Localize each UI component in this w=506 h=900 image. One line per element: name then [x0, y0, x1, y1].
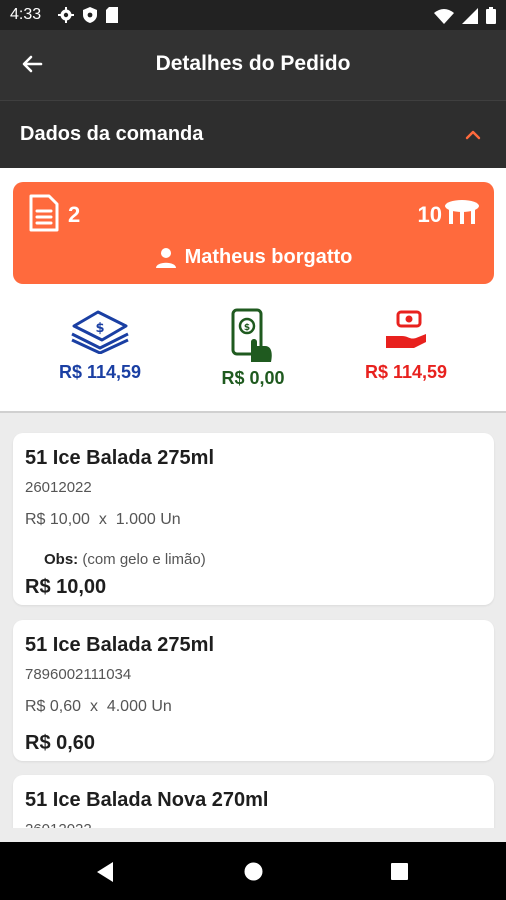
paid-value: R$ 0,00	[221, 368, 285, 388]
status-notification-icons	[58, 7, 118, 23]
item-price-quantity: R$ 10,00 x 1.000 Un	[25, 511, 181, 528]
wifi-icon	[434, 8, 454, 24]
table-icon	[445, 200, 479, 224]
item-total: R$ 10,00	[25, 576, 107, 598]
order-card: 2 10 Matheus borgatto	[13, 182, 494, 284]
system-navigation-bar	[0, 842, 506, 900]
battery-icon	[486, 7, 496, 24]
section-header-dados-comanda[interactable]: Dados da comanda	[0, 100, 506, 169]
status-time: 4:33	[10, 6, 42, 23]
item-total: R$ 0,60	[25, 732, 96, 754]
item-name: 51 Ice Balada Nova 270ml	[25, 789, 269, 811]
list-item[interactable]: 51 Ice Balada Nova 270ml 26012022	[13, 775, 494, 828]
phone-payment-icon: $	[231, 308, 272, 362]
item-obs-text: (com gelo e limão)	[82, 551, 206, 568]
item-price-quantity: R$ 0,60 x 4.000 Un	[25, 698, 172, 715]
settings-icon	[58, 7, 74, 23]
order-items-list[interactable]: 51 Ice Balada 275ml 26012022 R$ 10,00 x …	[0, 413, 506, 828]
nav-home-icon[interactable]	[244, 862, 263, 881]
remaining-amount: R$ 114,59	[326, 308, 486, 383]
signal-icon	[462, 7, 478, 24]
list-item[interactable]: 51 Ice Balada 275ml 7896002111034 R$ 0,6…	[13, 620, 494, 761]
item-unit-price: R$ 0,60	[25, 698, 82, 715]
list-item[interactable]: 51 Ice Balada 275ml 26012022 R$ 10,00 x …	[13, 433, 494, 605]
item-code: 26012022	[25, 479, 92, 496]
item-name: 51 Ice Balada 275ml	[25, 447, 215, 469]
app-bar: Detalhes do Pedido	[0, 30, 506, 100]
document-icon	[29, 194, 59, 232]
customer-name: Matheus borgatto	[184, 246, 353, 268]
page-title: Detalhes do Pedido	[155, 52, 351, 75]
item-unit-price: R$ 10,00	[25, 511, 90, 528]
customer-row: Matheus borgatto	[13, 246, 494, 269]
svg-text:$: $	[95, 321, 104, 336]
section-title: Dados da comanda	[20, 123, 204, 145]
item-name: 51 Ice Balada 275ml	[25, 634, 215, 656]
remaining-value: R$ 114,59	[364, 362, 448, 382]
svg-text:$: $	[244, 323, 250, 333]
shield-icon	[83, 7, 97, 23]
item-code: 7896002111034	[25, 666, 132, 683]
order-summary: 2 10 Matheus borgatto $ R$ 114,59 $ R$ 0…	[0, 168, 506, 413]
total-value: R$ 114,59	[58, 362, 142, 382]
order-number: 2	[68, 202, 81, 227]
totals-row: $ R$ 114,59 $ R$ 0,00 R$ 114,59	[0, 308, 506, 403]
item-obs-label: Obs:	[44, 551, 79, 568]
item-quantity: 4.000 Un	[106, 698, 172, 715]
total-amount: $ R$ 114,59	[20, 308, 180, 383]
nav-recents-icon[interactable]	[391, 863, 408, 880]
hand-money-icon	[386, 310, 426, 348]
sim-card-icon	[106, 7, 118, 23]
paid-amount: $ R$ 0,00	[173, 308, 333, 389]
status-system-icons	[434, 7, 496, 24]
table-number: 10	[417, 202, 442, 227]
person-icon	[155, 247, 176, 268]
chevron-up-icon[interactable]	[464, 127, 482, 141]
item-observation: Obs: (com gelo e limão)	[44, 551, 206, 568]
nav-back-icon[interactable]	[95, 861, 115, 883]
item-quantity: 1.000 Un	[115, 511, 181, 528]
money-bills-icon: $	[71, 310, 129, 354]
status-bar: 4:33	[0, 0, 506, 30]
item-code: 26012022	[25, 821, 92, 828]
